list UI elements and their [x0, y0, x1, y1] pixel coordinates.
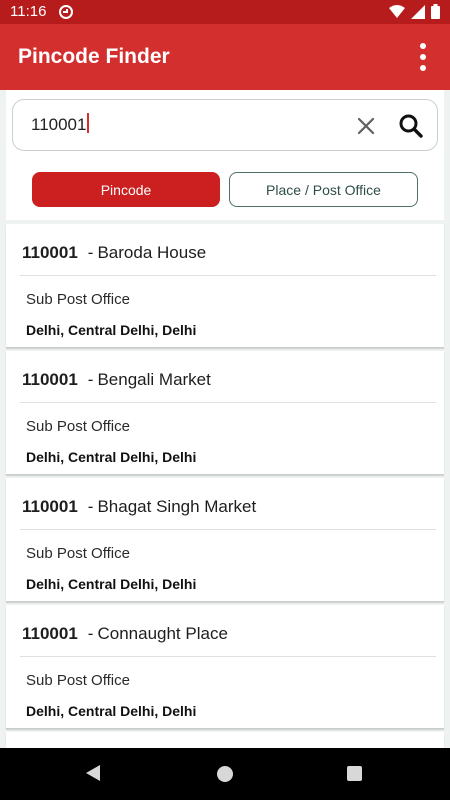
search-input[interactable]: 110001 [31, 113, 90, 135]
result-office-type: Sub Post Office [26, 672, 130, 689]
result-office-type: Sub Post Office [26, 545, 130, 562]
result-heading: 110001- Baroda House [22, 243, 206, 263]
app-bar: Pincode Finder [0, 24, 450, 90]
menu-dot [420, 65, 426, 71]
result-office-name: Bhagat Singh Market [97, 497, 257, 516]
search-icon[interactable] [398, 113, 424, 139]
result-card[interactable]: 110001- Connaught Place Sub Post Office D… [6, 605, 444, 729]
tab-place-post-office[interactable]: Place / Post Office [229, 172, 418, 207]
result-location: Delhi, Central Delhi, Delhi [26, 322, 197, 338]
result-pincode: 110001 [22, 243, 78, 262]
divider [20, 402, 436, 403]
result-office-type: Sub Post Office [26, 291, 130, 308]
result-location: Delhi, Central Delhi, Delhi [26, 449, 197, 465]
result-location: Delhi, Central Delhi, Delhi [26, 703, 197, 719]
status-icons [389, 4, 440, 19]
result-office-type: Sub Post Office [26, 418, 130, 435]
app-title: Pincode Finder [18, 45, 170, 68]
result-pincode: 110001 [22, 497, 78, 516]
divider [20, 275, 436, 276]
system-nav-bar [0, 748, 450, 800]
result-heading: 110001- Bhagat Singh Market [22, 497, 256, 517]
result-pincode: 110001 [22, 624, 78, 643]
signal-icon [411, 4, 425, 19]
result-separator: - [87, 243, 94, 262]
search-box[interactable]: 110001 [12, 99, 438, 151]
result-office-name: Baroda House [97, 243, 207, 262]
divider [20, 529, 436, 530]
result-office-name: Bengali Market [97, 370, 211, 389]
result-location: Delhi, Central Delhi, Delhi [26, 576, 197, 592]
text-caret [87, 113, 90, 133]
divider [20, 656, 436, 657]
result-heading: 110001- Bengali Market [22, 370, 211, 390]
result-separator: - [87, 370, 94, 389]
status-bar: 11:16 [0, 0, 450, 24]
home-icon[interactable] [217, 766, 233, 782]
result-heading: 110001- Connaught Place [22, 624, 228, 644]
menu-dot [420, 43, 426, 49]
search-input-value: 110001 [31, 115, 87, 134]
more-vert-icon[interactable] [418, 43, 428, 71]
wifi-icon [389, 4, 405, 18]
result-card[interactable]: 110001- Bhagat Singh Market Sub Post Offi… [6, 478, 444, 602]
battery-icon [431, 4, 440, 19]
notification-app-icon [59, 5, 73, 19]
menu-dot [420, 54, 426, 60]
search-panel: 110001 Pincode Place / Post Office [6, 90, 444, 220]
result-office-name: Connaught Place [97, 624, 228, 643]
result-separator: - [87, 497, 94, 516]
back-icon[interactable] [86, 765, 100, 781]
result-separator: - [87, 624, 94, 643]
result-pincode: 110001 [22, 370, 78, 389]
recents-icon[interactable] [347, 766, 362, 781]
result-card[interactable]: 110001- Bengali Market Sub Post Office De… [6, 351, 444, 475]
tab-pincode[interactable]: Pincode [32, 172, 220, 207]
result-card[interactable]: 110001- Baroda House Sub Post Office Delh… [6, 224, 444, 348]
status-time: 11:16 [10, 3, 47, 20]
close-icon[interactable] [355, 115, 377, 137]
